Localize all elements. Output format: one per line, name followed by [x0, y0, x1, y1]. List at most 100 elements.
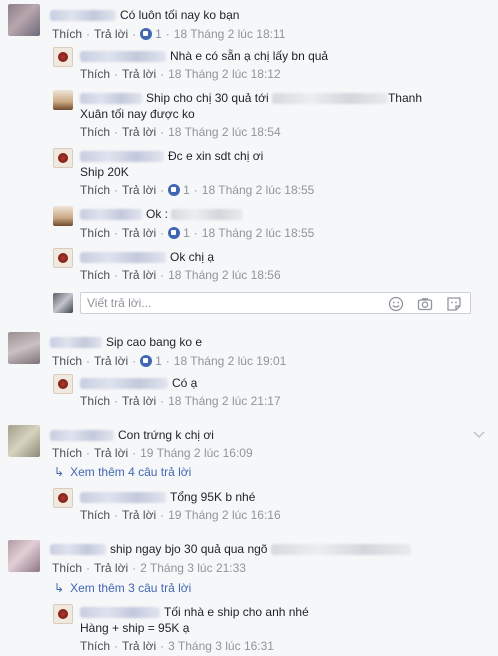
like-button[interactable]: Thích [52, 446, 82, 460]
comment: ship ngay bjo 30 quả qua ngõ [50, 541, 411, 557]
avatar[interactable] [53, 90, 73, 110]
reply-button[interactable]: Trả lời [122, 226, 156, 240]
commenter-name[interactable] [50, 337, 102, 349]
avatar[interactable] [53, 206, 73, 226]
timestamp[interactable]: 2 Tháng 3 lúc 21:33 [140, 561, 246, 575]
comment: Nhà e có sẵn ạ chị lấy bn quả [80, 48, 328, 64]
emoji-icon[interactable] [388, 296, 404, 312]
like-icon [168, 184, 181, 196]
commenter-name[interactable] [80, 252, 166, 264]
commenter-name[interactable] [80, 378, 168, 390]
reply-button[interactable]: Trả lời [94, 354, 128, 368]
comment-actions: Thích · Trả lời · 18 Tháng 2 lúc 18:54 [80, 125, 281, 139]
reply-button[interactable]: Trả lời [122, 183, 156, 197]
comment-text: ship ngay bjo 30 quả qua ngõ [110, 542, 268, 556]
reply-button[interactable]: Trả lời [122, 125, 156, 139]
commenter-name[interactable] [80, 607, 160, 619]
comment: Có luôn tối nay ko bạn [50, 7, 239, 23]
like-count[interactable]: 1 [155, 27, 162, 41]
avatar[interactable] [8, 4, 40, 36]
avatar[interactable] [53, 604, 73, 624]
reply-button[interactable]: Trả lời [94, 561, 128, 575]
comment-actions: Thích · Trả lời · 18 Tháng 2 lúc 18:12 [80, 67, 281, 81]
timestamp[interactable]: 18 Tháng 2 lúc 18:54 [168, 125, 281, 139]
comment-actions: Thích · Trả lời · 1 · 18 Tháng 2 lúc 18:55 [80, 183, 315, 197]
current-user-avatar [53, 293, 73, 313]
comment-text: Nhà e có sẵn ạ chị lấy bn quả [170, 49, 329, 63]
view-more-replies[interactable]: ↳ Xem thêm 4 câu trả lời [54, 465, 191, 479]
reply-button[interactable]: Trả lời [122, 67, 156, 81]
comment-actions: Thích · Trả lời · 1 · 18 Tháng 2 lúc 18:11 [52, 27, 286, 41]
timestamp[interactable]: 18 Tháng 2 lúc 18:55 [202, 226, 315, 240]
like-button[interactable]: Thích [80, 268, 110, 282]
timestamp[interactable]: 18 Tháng 2 lúc 19:01 [174, 354, 287, 368]
blurred-text [271, 93, 388, 105]
blurred-text [270, 544, 411, 556]
reply-button[interactable]: Trả lời [122, 268, 156, 282]
reply-button[interactable]: Trả lời [94, 27, 128, 41]
avatar[interactable] [8, 332, 40, 364]
commenter-name[interactable] [80, 93, 142, 105]
avatar[interactable] [53, 248, 73, 268]
comment-actions: Thích · Trả lời · 18 Tháng 2 lúc 18:56 [80, 268, 281, 282]
reply-button[interactable]: Trả lời [122, 508, 156, 522]
comment-actions: Thích · Trả lời · 2 Tháng 3 lúc 21:33 [52, 561, 246, 575]
timestamp[interactable]: 18 Tháng 2 lúc 18:11 [174, 27, 286, 41]
timestamp[interactable]: 18 Tháng 2 lúc 21:17 [168, 394, 281, 408]
like-button[interactable]: Thích [80, 67, 110, 81]
comment: Tổng 95K b nhé [80, 489, 255, 505]
view-more-label[interactable]: Xem thêm 4 câu trả lời [70, 465, 191, 479]
like-button[interactable]: Thích [80, 639, 110, 653]
commenter-name[interactable] [80, 151, 164, 163]
like-count[interactable]: 1 [183, 226, 190, 240]
reply-input[interactable] [87, 296, 377, 310]
avatar[interactable] [53, 47, 73, 67]
like-button[interactable]: Thích [80, 508, 110, 522]
commenter-name[interactable] [50, 10, 116, 22]
avatar[interactable] [8, 425, 40, 457]
like-button[interactable]: Thích [80, 183, 110, 197]
avatar[interactable] [53, 148, 73, 168]
comment: Tối nhà e ship cho anh nhé [80, 604, 309, 620]
reply-button[interactable]: Trả lời [122, 394, 156, 408]
comment-actions: Thích · Trả lời · 18 Tháng 2 lúc 21:17 [80, 394, 281, 408]
comment-text: Xuân tối nay được ko [80, 107, 195, 121]
comment-actions: Thích · Trả lời · 3 Tháng 3 lúc 16:31 [80, 639, 274, 653]
timestamp[interactable]: 19 Tháng 2 lúc 16:09 [140, 446, 253, 460]
timestamp[interactable]: 18 Tháng 2 lúc 18:55 [202, 183, 315, 197]
like-icon [140, 355, 153, 367]
like-button[interactable]: Thích [80, 125, 110, 139]
commenter-name[interactable] [80, 209, 142, 221]
commenter-name[interactable] [50, 430, 114, 442]
commenter-name[interactable] [80, 492, 166, 504]
like-icon [168, 227, 181, 239]
like-button[interactable]: Thích [52, 27, 82, 41]
like-button[interactable]: Thích [52, 354, 82, 368]
like-count[interactable]: 1 [183, 183, 190, 197]
timestamp[interactable]: 18 Tháng 2 lúc 18:12 [168, 67, 281, 81]
comment-text: Tổng 95K b nhé [170, 490, 256, 504]
like-count[interactable]: 1 [155, 354, 162, 368]
reply-button[interactable]: Trả lời [94, 446, 128, 460]
comment-text: Hàng + ship = 95K ạ [80, 621, 190, 635]
commenter-name[interactable] [50, 544, 106, 556]
reply-arrow-icon: ↳ [54, 581, 65, 595]
commenter-name[interactable] [80, 51, 166, 63]
timestamp[interactable]: 3 Tháng 3 lúc 16:31 [168, 639, 274, 653]
avatar[interactable] [53, 374, 73, 394]
chevron-down-icon[interactable] [472, 427, 486, 441]
timestamp[interactable]: 18 Tháng 2 lúc 18:56 [168, 268, 281, 282]
like-button[interactable]: Thích [80, 394, 110, 408]
view-more-label[interactable]: Xem thêm 3 câu trả lời [70, 581, 191, 595]
comment-text: Ship cho chị 30 quả tới [146, 91, 269, 105]
like-button[interactable]: Thích [80, 226, 110, 240]
reply-button[interactable]: Trả lời [122, 639, 156, 653]
timestamp[interactable]: 19 Tháng 2 lúc 16:16 [168, 508, 281, 522]
avatar[interactable] [8, 540, 40, 572]
camera-icon[interactable] [417, 296, 433, 312]
avatar[interactable] [53, 488, 73, 508]
sticker-icon[interactable] [446, 296, 462, 312]
like-button[interactable]: Thích [52, 561, 82, 575]
reply-composer[interactable] [80, 292, 471, 314]
view-more-replies[interactable]: ↳ Xem thêm 3 câu trả lời [54, 581, 191, 595]
